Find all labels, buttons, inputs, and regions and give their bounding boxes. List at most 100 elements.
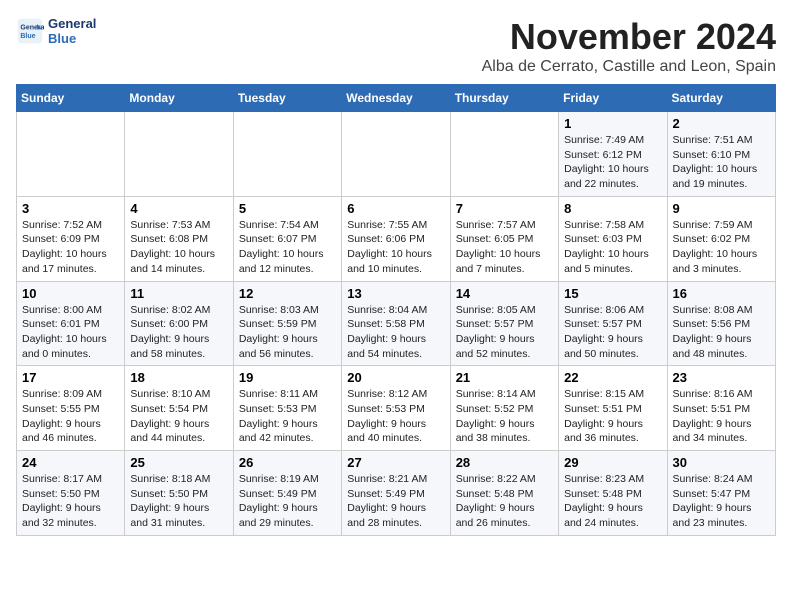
weekday-header-monday: Monday: [125, 85, 233, 112]
calendar-cell: 30 Sunrise: 8:24 AM Sunset: 5:47 PM Dayli…: [667, 451, 775, 536]
weekday-header-wednesday: Wednesday: [342, 85, 450, 112]
day-number: 12: [239, 286, 336, 301]
day-number: 23: [673, 370, 770, 385]
calendar-cell: 23 Sunrise: 8:16 AM Sunset: 5:51 PM Dayli…: [667, 366, 775, 451]
day-number: 30: [673, 455, 770, 470]
cell-details: Sunrise: 8:24 AM Sunset: 5:47 PM Dayligh…: [673, 472, 770, 531]
day-number: 7: [456, 201, 553, 216]
day-number: 21: [456, 370, 553, 385]
calendar-week-4: 17 Sunrise: 8:09 AM Sunset: 5:55 PM Dayli…: [17, 366, 776, 451]
cell-details: Sunrise: 8:02 AM Sunset: 6:00 PM Dayligh…: [130, 303, 227, 362]
day-number: 9: [673, 201, 770, 216]
calendar-cell: [450, 112, 558, 197]
calendar-cell: [125, 112, 233, 197]
logo-text: General Blue: [48, 16, 96, 46]
calendar-cell: 10 Sunrise: 8:00 AM Sunset: 6:01 PM Dayli…: [17, 281, 125, 366]
cell-details: Sunrise: 8:04 AM Sunset: 5:58 PM Dayligh…: [347, 303, 444, 362]
cell-details: Sunrise: 7:55 AM Sunset: 6:06 PM Dayligh…: [347, 218, 444, 277]
weekday-header-row: SundayMondayTuesdayWednesdayThursdayFrid…: [17, 85, 776, 112]
day-number: 17: [22, 370, 119, 385]
cell-details: Sunrise: 8:00 AM Sunset: 6:01 PM Dayligh…: [22, 303, 119, 362]
weekday-header-saturday: Saturday: [667, 85, 775, 112]
weekday-header-thursday: Thursday: [450, 85, 558, 112]
cell-details: Sunrise: 8:15 AM Sunset: 5:51 PM Dayligh…: [564, 387, 661, 446]
day-number: 5: [239, 201, 336, 216]
day-number: 27: [347, 455, 444, 470]
weekday-header-friday: Friday: [559, 85, 667, 112]
calendar-cell: 17 Sunrise: 8:09 AM Sunset: 5:55 PM Dayli…: [17, 366, 125, 451]
day-number: 16: [673, 286, 770, 301]
calendar-cell: 16 Sunrise: 8:08 AM Sunset: 5:56 PM Dayli…: [667, 281, 775, 366]
cell-details: Sunrise: 8:10 AM Sunset: 5:54 PM Dayligh…: [130, 387, 227, 446]
logo: General Blue General Blue: [16, 16, 96, 46]
weekday-header-tuesday: Tuesday: [233, 85, 341, 112]
svg-text:Blue: Blue: [20, 33, 35, 40]
calendar-cell: 2 Sunrise: 7:51 AM Sunset: 6:10 PM Daylig…: [667, 112, 775, 197]
day-number: 13: [347, 286, 444, 301]
calendar-week-1: 1Sunrise: 7:49 AM Sunset: 6:12 PM Daylig…: [17, 112, 776, 197]
day-number: 19: [239, 370, 336, 385]
calendar-cell: 14Sunrise: 8:05 AM Sunset: 5:57 PM Dayli…: [450, 281, 558, 366]
title-area: November 2024 Alba de Cerrato, Castille …: [482, 16, 776, 76]
calendar-cell: 8Sunrise: 7:58 AM Sunset: 6:03 PM Daylig…: [559, 196, 667, 281]
day-number: 22: [564, 370, 661, 385]
cell-details: Sunrise: 7:57 AM Sunset: 6:05 PM Dayligh…: [456, 218, 553, 277]
cell-details: Sunrise: 8:08 AM Sunset: 5:56 PM Dayligh…: [673, 303, 770, 362]
day-number: 15: [564, 286, 661, 301]
calendar-week-2: 3 Sunrise: 7:52 AM Sunset: 6:09 PM Daylig…: [17, 196, 776, 281]
calendar-cell: 11Sunrise: 8:02 AM Sunset: 6:00 PM Dayli…: [125, 281, 233, 366]
cell-details: Sunrise: 7:54 AM Sunset: 6:07 PM Dayligh…: [239, 218, 336, 277]
calendar-cell: 7 Sunrise: 7:57 AM Sunset: 6:05 PM Daylig…: [450, 196, 558, 281]
cell-details: Sunrise: 8:12 AM Sunset: 5:53 PM Dayligh…: [347, 387, 444, 446]
calendar-cell: 26 Sunrise: 8:19 AM Sunset: 5:49 PM Dayli…: [233, 451, 341, 536]
cell-details: Sunrise: 8:16 AM Sunset: 5:51 PM Dayligh…: [673, 387, 770, 446]
calendar-cell: 4 Sunrise: 7:53 AM Sunset: 6:08 PM Daylig…: [125, 196, 233, 281]
calendar-cell: 18 Sunrise: 8:10 AM Sunset: 5:54 PM Dayli…: [125, 366, 233, 451]
day-number: 14: [456, 286, 553, 301]
calendar-cell: 21 Sunrise: 8:14 AM Sunset: 5:52 PM Dayli…: [450, 366, 558, 451]
calendar-table: SundayMondayTuesdayWednesdayThursdayFrid…: [16, 84, 776, 536]
logo-icon: General Blue: [16, 17, 44, 45]
cell-details: Sunrise: 7:52 AM Sunset: 6:09 PM Dayligh…: [22, 218, 119, 277]
day-number: 2: [673, 116, 770, 131]
weekday-header-sunday: Sunday: [17, 85, 125, 112]
calendar-week-5: 24 Sunrise: 8:17 AM Sunset: 5:50 PM Dayli…: [17, 451, 776, 536]
calendar-cell: 20 Sunrise: 8:12 AM Sunset: 5:53 PM Dayli…: [342, 366, 450, 451]
day-number: 26: [239, 455, 336, 470]
cell-details: Sunrise: 8:11 AM Sunset: 5:53 PM Dayligh…: [239, 387, 336, 446]
calendar-cell: 27 Sunrise: 8:21 AM Sunset: 5:49 PM Dayli…: [342, 451, 450, 536]
cell-details: Sunrise: 8:17 AM Sunset: 5:50 PM Dayligh…: [22, 472, 119, 531]
day-number: 25: [130, 455, 227, 470]
cell-details: Sunrise: 7:53 AM Sunset: 6:08 PM Dayligh…: [130, 218, 227, 277]
day-number: 3: [22, 201, 119, 216]
calendar-cell: 12Sunrise: 8:03 AM Sunset: 5:59 PM Dayli…: [233, 281, 341, 366]
page-header: General Blue General Blue November 2024 …: [16, 16, 776, 76]
cell-details: Sunrise: 8:18 AM Sunset: 5:50 PM Dayligh…: [130, 472, 227, 531]
calendar-cell: 15Sunrise: 8:06 AM Sunset: 5:57 PM Dayli…: [559, 281, 667, 366]
calendar-week-3: 10 Sunrise: 8:00 AM Sunset: 6:01 PM Dayli…: [17, 281, 776, 366]
calendar-cell: 13 Sunrise: 8:04 AM Sunset: 5:58 PM Dayli…: [342, 281, 450, 366]
day-number: 6: [347, 201, 444, 216]
calendar-cell: 24 Sunrise: 8:17 AM Sunset: 5:50 PM Dayli…: [17, 451, 125, 536]
cell-details: Sunrise: 7:59 AM Sunset: 6:02 PM Dayligh…: [673, 218, 770, 277]
day-number: 20: [347, 370, 444, 385]
cell-details: Sunrise: 8:14 AM Sunset: 5:52 PM Dayligh…: [456, 387, 553, 446]
day-number: 10: [22, 286, 119, 301]
cell-details: Sunrise: 8:21 AM Sunset: 5:49 PM Dayligh…: [347, 472, 444, 531]
calendar-cell: 29Sunrise: 8:23 AM Sunset: 5:48 PM Dayli…: [559, 451, 667, 536]
calendar-cell: 6 Sunrise: 7:55 AM Sunset: 6:06 PM Daylig…: [342, 196, 450, 281]
day-number: 4: [130, 201, 227, 216]
cell-details: Sunrise: 8:22 AM Sunset: 5:48 PM Dayligh…: [456, 472, 553, 531]
day-number: 18: [130, 370, 227, 385]
cell-details: Sunrise: 8:09 AM Sunset: 5:55 PM Dayligh…: [22, 387, 119, 446]
cell-details: Sunrise: 7:51 AM Sunset: 6:10 PM Dayligh…: [673, 133, 770, 192]
day-number: 24: [22, 455, 119, 470]
calendar-cell: 1Sunrise: 7:49 AM Sunset: 6:12 PM Daylig…: [559, 112, 667, 197]
cell-details: Sunrise: 7:49 AM Sunset: 6:12 PM Dayligh…: [564, 133, 661, 192]
cell-details: Sunrise: 7:58 AM Sunset: 6:03 PM Dayligh…: [564, 218, 661, 277]
day-number: 29: [564, 455, 661, 470]
cell-details: Sunrise: 8:19 AM Sunset: 5:49 PM Dayligh…: [239, 472, 336, 531]
location-subtitle: Alba de Cerrato, Castille and Leon, Spai…: [482, 58, 776, 76]
day-number: 28: [456, 455, 553, 470]
calendar-cell: [233, 112, 341, 197]
